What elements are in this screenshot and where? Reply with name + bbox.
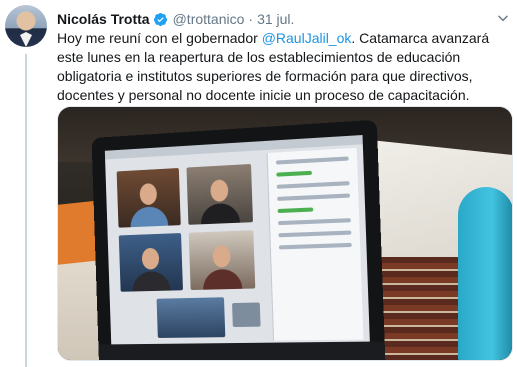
video-tile: [188, 230, 256, 291]
video-tile: [232, 302, 261, 328]
video-tile: [118, 233, 183, 292]
tweet-date[interactable]: 31 jul.: [257, 11, 294, 27]
photo-laptop-screen: [104, 134, 370, 345]
video-tile: [156, 297, 226, 338]
photo-blue-lamp: [458, 187, 512, 360]
participants-panel: [266, 147, 364, 341]
verified-badge-icon: [153, 12, 168, 27]
author-name[interactable]: Nicolás Trotta: [57, 11, 150, 27]
author-handle[interactable]: @trottanico: [173, 11, 245, 27]
separator-dot: ·: [248, 11, 254, 27]
photo-laptop-base: [98, 341, 386, 360]
video-tile: [186, 163, 253, 225]
avatar[interactable]: [5, 5, 47, 47]
tweet-text-before: Hoy me reuní con el gobernador: [57, 30, 262, 46]
video-tile: [116, 167, 181, 228]
avatar-column: [5, 5, 47, 47]
tweet[interactable]: Nicolás Trotta @trottanico · 31 jul. Hoy…: [0, 0, 517, 367]
thread-line: [25, 54, 27, 367]
tweet-header: Nicolás Trotta @trottanico · 31 jul.: [57, 10, 294, 28]
photo-laptop: [91, 119, 386, 360]
tweet-text: Hoy me reuní con el gobernador @RaulJali…: [57, 29, 509, 105]
chevron-down-icon[interactable]: [496, 11, 510, 25]
tweet-photo[interactable]: [57, 106, 513, 361]
mention-link[interactable]: @RaulJalil_ok: [262, 30, 352, 46]
